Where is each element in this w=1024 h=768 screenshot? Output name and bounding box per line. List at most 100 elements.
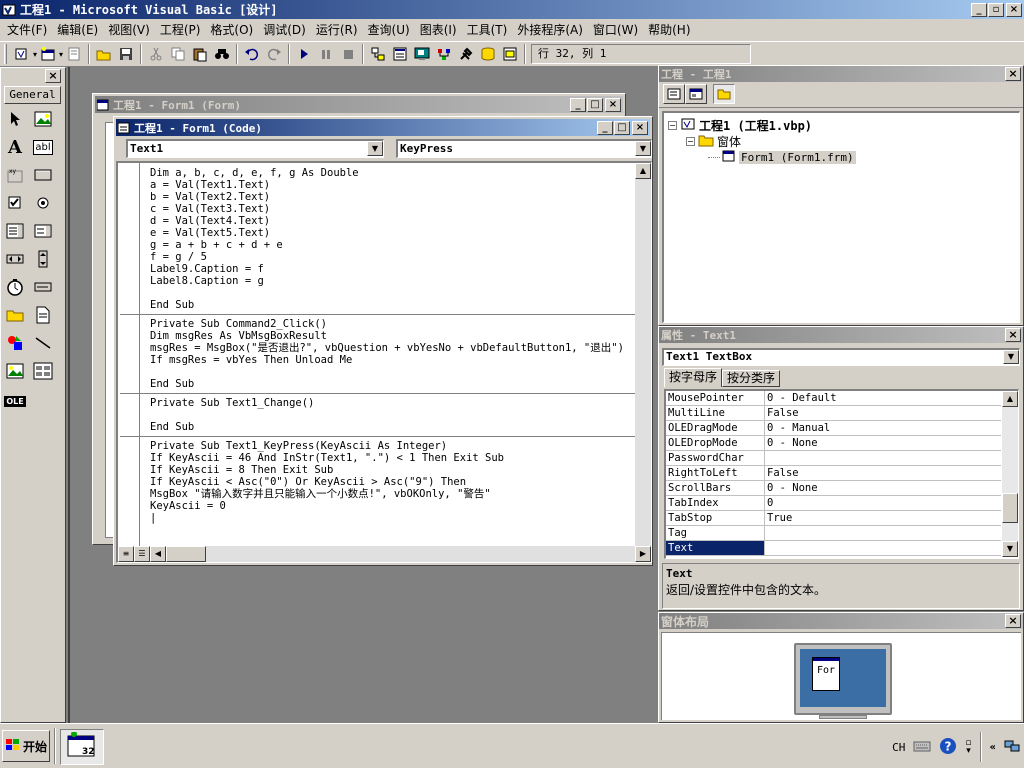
form-close-button[interactable]: × — [605, 97, 621, 112]
property-row[interactable]: MultiLine False — [666, 406, 1001, 421]
property-value[interactable] — [765, 526, 1001, 540]
filelistbox-tool-icon[interactable] — [32, 304, 54, 326]
procedure-view-icon[interactable]: ≡ — [118, 546, 134, 562]
checkbox-tool-icon[interactable] — [4, 192, 26, 214]
restore-button[interactable]: ▫ — [988, 2, 1004, 17]
add-project-icon[interactable] — [11, 43, 33, 65]
ole-tool-icon[interactable]: OLE — [4, 390, 26, 412]
redo-icon[interactable] — [263, 43, 285, 65]
procedure-combo-arrow-icon[interactable]: ▼ — [635, 141, 651, 156]
toggle-folders-icon[interactable] — [713, 84, 735, 104]
property-row[interactable]: ScrollBars 0 - None — [666, 481, 1001, 496]
properties-window-icon[interactable] — [389, 43, 411, 65]
property-row[interactable]: OLEDragMode 0 - Manual — [666, 421, 1001, 436]
taskbar-vb-app[interactable]: 32 — [60, 729, 104, 765]
property-value[interactable]: 0 - None — [765, 481, 1001, 495]
open-icon[interactable] — [93, 43, 115, 65]
end-icon[interactable] — [337, 43, 359, 65]
tab-alphabetic[interactable]: 按字母序 — [664, 368, 723, 387]
frame-tool-icon[interactable]: xy — [4, 164, 26, 186]
dirlistbox-tool-icon[interactable] — [4, 304, 26, 326]
properties-vscroll[interactable]: ▲ ▼ — [1002, 391, 1018, 557]
code-scroll-up-icon[interactable]: ▲ — [635, 163, 651, 179]
find-icon[interactable] — [211, 43, 233, 65]
properties-scroll-up-icon[interactable]: ▲ — [1002, 391, 1018, 407]
code-max-button[interactable]: □ — [614, 120, 630, 135]
code-hscroll-thumb[interactable] — [166, 546, 206, 562]
help-icon[interactable]: ? — [939, 737, 957, 758]
add-form-icon[interactable] — [37, 43, 59, 65]
close-button[interactable]: × — [1006, 2, 1022, 17]
property-value[interactable]: 0 — [765, 496, 1001, 510]
menu-item[interactable]: 帮助(H) — [643, 20, 695, 40]
network-icon[interactable] — [1004, 739, 1020, 756]
properties-object-combo[interactable]: Text1 TextBox ▼ — [662, 348, 1020, 366]
optionbutton-tool-icon[interactable] — [32, 192, 54, 214]
property-row[interactable]: RightToLeft False — [666, 466, 1001, 481]
timer-tool-icon[interactable] — [4, 276, 26, 298]
tray-expand-icon[interactable]: « — [990, 742, 996, 753]
menu-item[interactable]: 查询(U) — [363, 20, 415, 40]
paste-icon[interactable] — [189, 43, 211, 65]
menu-item[interactable]: 外接程序(A) — [512, 20, 588, 40]
tree-forms-folder[interactable]: − 窗体 — [686, 133, 741, 150]
shape-tool-icon[interactable] — [4, 332, 26, 354]
view-object-icon[interactable] — [685, 84, 707, 104]
undo-icon[interactable] — [241, 43, 263, 65]
project-explorer-icon[interactable] — [367, 43, 389, 65]
hscrollbar-tool-icon[interactable] — [4, 248, 26, 270]
cut-icon[interactable] — [145, 43, 167, 65]
object-combo-arrow-icon[interactable]: ▼ — [367, 141, 383, 156]
properties-scroll-down-icon[interactable]: ▼ — [1002, 541, 1018, 557]
property-value[interactable]: 0 - None — [765, 436, 1001, 450]
menu-item[interactable]: 工具(T) — [462, 20, 513, 40]
ime-options-icon[interactable]: ▫ ▾ — [965, 739, 971, 756]
keyboard-icon[interactable] — [913, 739, 931, 756]
code-scroll-right-icon[interactable]: ▶ — [635, 546, 651, 562]
property-value[interactable]: 0 - Manual — [765, 421, 1001, 435]
property-value[interactable]: True — [765, 511, 1001, 525]
object-browser-icon[interactable] — [433, 43, 455, 65]
start-button[interactable]: 开始 — [2, 730, 50, 762]
save-icon[interactable] — [115, 43, 137, 65]
property-value[interactable]: False — [765, 406, 1001, 420]
properties-scroll-thumb[interactable] — [1002, 493, 1018, 523]
minimize-button[interactable]: _ — [971, 2, 987, 17]
toolbox-icon[interactable] — [455, 43, 477, 65]
property-value[interactable]: False — [765, 466, 1001, 480]
tab-categorized[interactable]: 按分类序 — [722, 370, 781, 387]
textbox-tool-icon[interactable]: abl — [32, 136, 54, 158]
code-scroll-left-icon[interactable]: ◀ — [150, 546, 166, 562]
menu-item[interactable]: 格式(O) — [205, 20, 258, 40]
data-tool-icon[interactable] — [32, 360, 54, 382]
project-close-button[interactable]: × — [1005, 67, 1021, 81]
property-value[interactable] — [765, 451, 1001, 465]
view-code-icon[interactable] — [663, 84, 685, 104]
menu-item[interactable]: 图表(I) — [415, 20, 462, 40]
drivelistbox-tool-icon[interactable] — [32, 276, 54, 298]
property-row[interactable]: Tag — [666, 526, 1001, 541]
code-vscroll[interactable]: ▲ — [635, 163, 651, 547]
tree-form1-node[interactable]: Form1 (Form1.frm) — [708, 149, 856, 166]
code-close-button[interactable]: × — [632, 120, 648, 135]
object-combo[interactable]: Text1 ▼ — [126, 139, 384, 158]
property-row[interactable]: TabStop True — [666, 511, 1001, 526]
copy-icon[interactable] — [167, 43, 189, 65]
listbox-tool-icon[interactable] — [32, 220, 54, 242]
form-layout-icon[interactable] — [411, 43, 433, 65]
form-max-button[interactable]: □ — [587, 97, 603, 112]
language-indicator[interactable]: CH — [892, 741, 905, 754]
form-layout-close-button[interactable]: × — [1005, 614, 1021, 628]
property-row[interactable]: OLEDropMode 0 - None — [666, 436, 1001, 451]
commandbutton-tool-icon[interactable] — [32, 164, 54, 186]
menu-item[interactable]: 调试(D) — [258, 20, 311, 40]
combobox-tool-icon[interactable] — [4, 220, 26, 242]
property-value[interactable] — [765, 541, 1001, 555]
menu-item[interactable]: 窗口(W) — [588, 20, 643, 40]
property-row[interactable]: MousePointer 0 - Default — [666, 391, 1001, 406]
menu-item[interactable]: 编辑(E) — [52, 20, 103, 40]
property-row[interactable]: Text — [666, 541, 1001, 556]
property-value[interactable]: 0 - Default — [765, 391, 1001, 405]
procedure-combo[interactable]: KeyPress ▼ — [396, 139, 652, 158]
label-tool-icon[interactable]: A — [4, 136, 26, 158]
